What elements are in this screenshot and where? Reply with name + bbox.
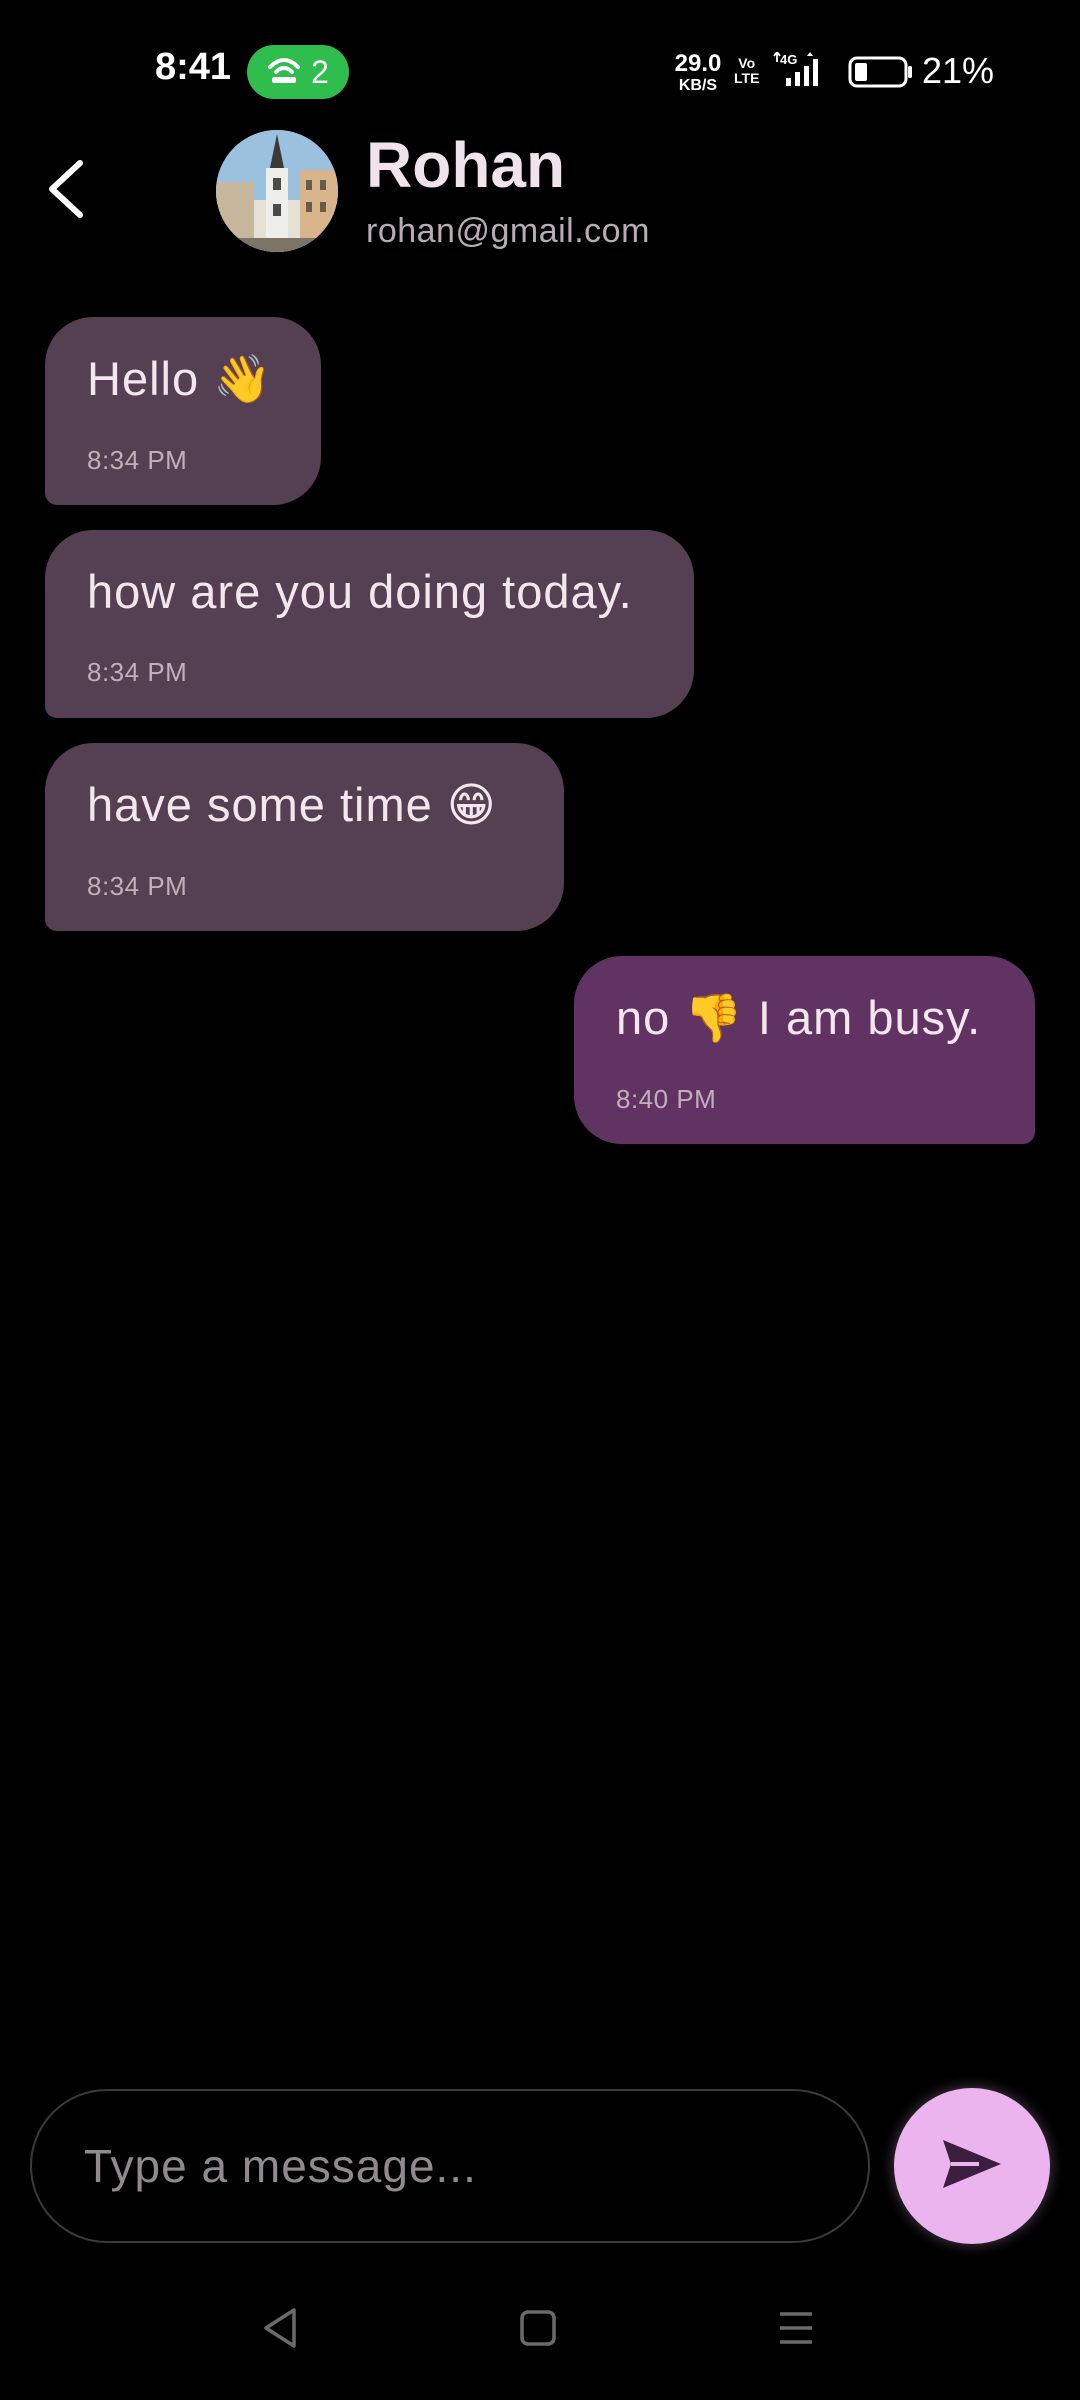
message-input[interactable] [30,2089,870,2243]
message-text: how are you doing today. [87,565,633,618]
message-bubble-incoming[interactable]: have some time 😁 8:34 PM [45,743,564,931]
message-time: 8:34 PM [87,445,188,475]
hotspot-icon [267,55,301,90]
hotspot-indicator: 2 [247,45,349,99]
battery-percent: 21% [922,50,995,91]
send-button[interactable] [894,2088,1050,2244]
chevron-left-icon [44,157,88,226]
back-button[interactable] [40,156,92,226]
nav-menu-button[interactable] [766,2300,826,2360]
home-square-icon [518,2308,558,2353]
message-text: have some time 😁 [87,778,497,831]
message-bubble-incoming[interactable]: how are you doing today. 8:34 PM [45,530,694,718]
message-time: 8:34 PM [87,657,188,687]
message-time: 8:40 PM [616,1084,717,1114]
contact-email: rohan@gmail.com [366,212,650,250]
hotspot-count: 2 [311,53,329,90]
status-bar: 8:41 2 29.0 KB/S Vo LTE 4G 21% [0,0,1080,130]
net-speed: 29.0 KB/S [670,52,726,94]
nav-back-button[interactable] [250,2300,310,2360]
message-time: 8:34 PM [87,871,188,901]
network-type: 4G [780,52,797,67]
message-bubble-outgoing[interactable]: no 👎 I am busy. 8:40 PM [574,956,1035,1144]
back-triangle-icon [260,2306,300,2355]
send-icon [939,2136,1005,2197]
nav-home-button[interactable] [508,2300,568,2360]
net-speed-unit: KB/S [678,77,718,94]
battery-icon [848,56,914,93]
net-speed-value: 29.0 [674,50,722,77]
volte-top: Vo [738,55,756,71]
avatar[interactable] [216,130,338,252]
message-text: Hello 👋 [87,352,273,405]
contact-name: Rohan [366,129,566,201]
volte-bottom: LTE [734,69,760,86]
menu-lines-icon [776,2308,816,2353]
signal-icon: 4G [772,50,836,97]
chat-screen: 8:41 2 29.0 KB/S Vo LTE 4G 21% Rohan roh… [0,0,1080,2400]
message-bubble-incoming[interactable]: Hello 👋 8:34 PM [45,317,321,505]
volte-indicator: Vo LTE [734,56,759,85]
message-text: no 👎 I am busy. [616,991,982,1044]
status-time: 8:41 [155,46,232,88]
